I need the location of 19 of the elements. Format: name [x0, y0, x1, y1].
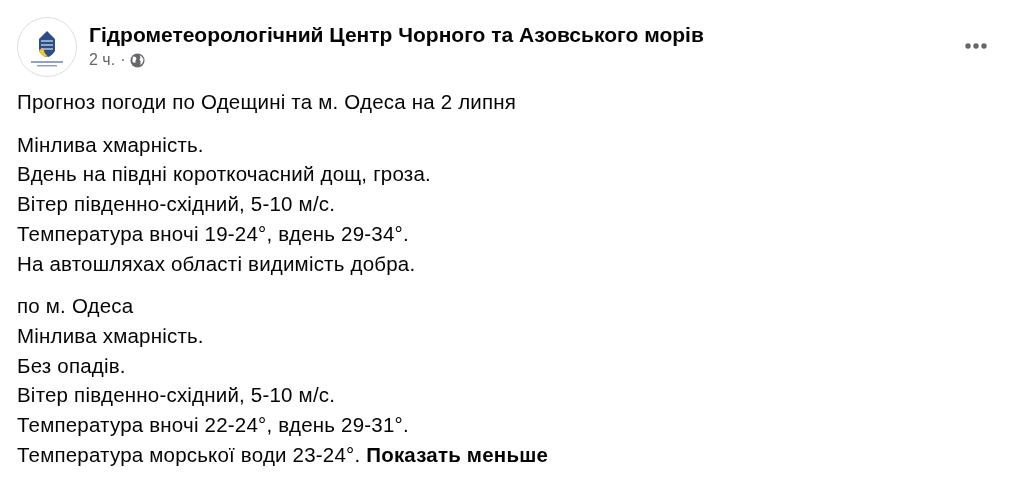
post-text-line: На автошляхах області видимість добра. [17, 250, 417, 277]
post-text-line: Мінлива хмарність. [17, 322, 205, 349]
post-text-line: Прогноз погоди по Одещині та м. Одеса на 2 липня [17, 89, 518, 115]
avatar-logo-icon[interactable] [17, 17, 77, 77]
post-text-line: Без опадів. [17, 352, 127, 379]
post-text-line: Температура вночі 22-24°, вдень 29-31°. [17, 412, 410, 439]
separator-dot: · [120, 51, 126, 69]
post-text-line: Вітер південно-східний, 5-10 м/с. [17, 382, 337, 409]
page-name-link[interactable]: Гідрометеорологічний Центр Чорного та Азовського морів [89, 23, 704, 47]
post-text-line: Вдень на півдні короткочасний дощ, гроза. [17, 161, 432, 188]
post-text-line: Мінлива хмарність. [17, 131, 205, 158]
show-less-link[interactable]: Показать меньше [366, 442, 549, 466]
post-text-line: Температура вночі 19-24°, вдень 29-34°. [17, 220, 410, 247]
post-text-line: Температура морської води 23-24°. Показать меньше [17, 441, 550, 468]
globe-icon[interactable] [130, 52, 146, 68]
post-text-line: по м. Одеса [17, 293, 135, 320]
more-options-icon[interactable] [965, 43, 987, 49]
post-time-link[interactable]: 2 ч. [89, 51, 116, 69]
post-text-line: Вітер південно-східний, 5-10 м/с. [17, 191, 337, 218]
